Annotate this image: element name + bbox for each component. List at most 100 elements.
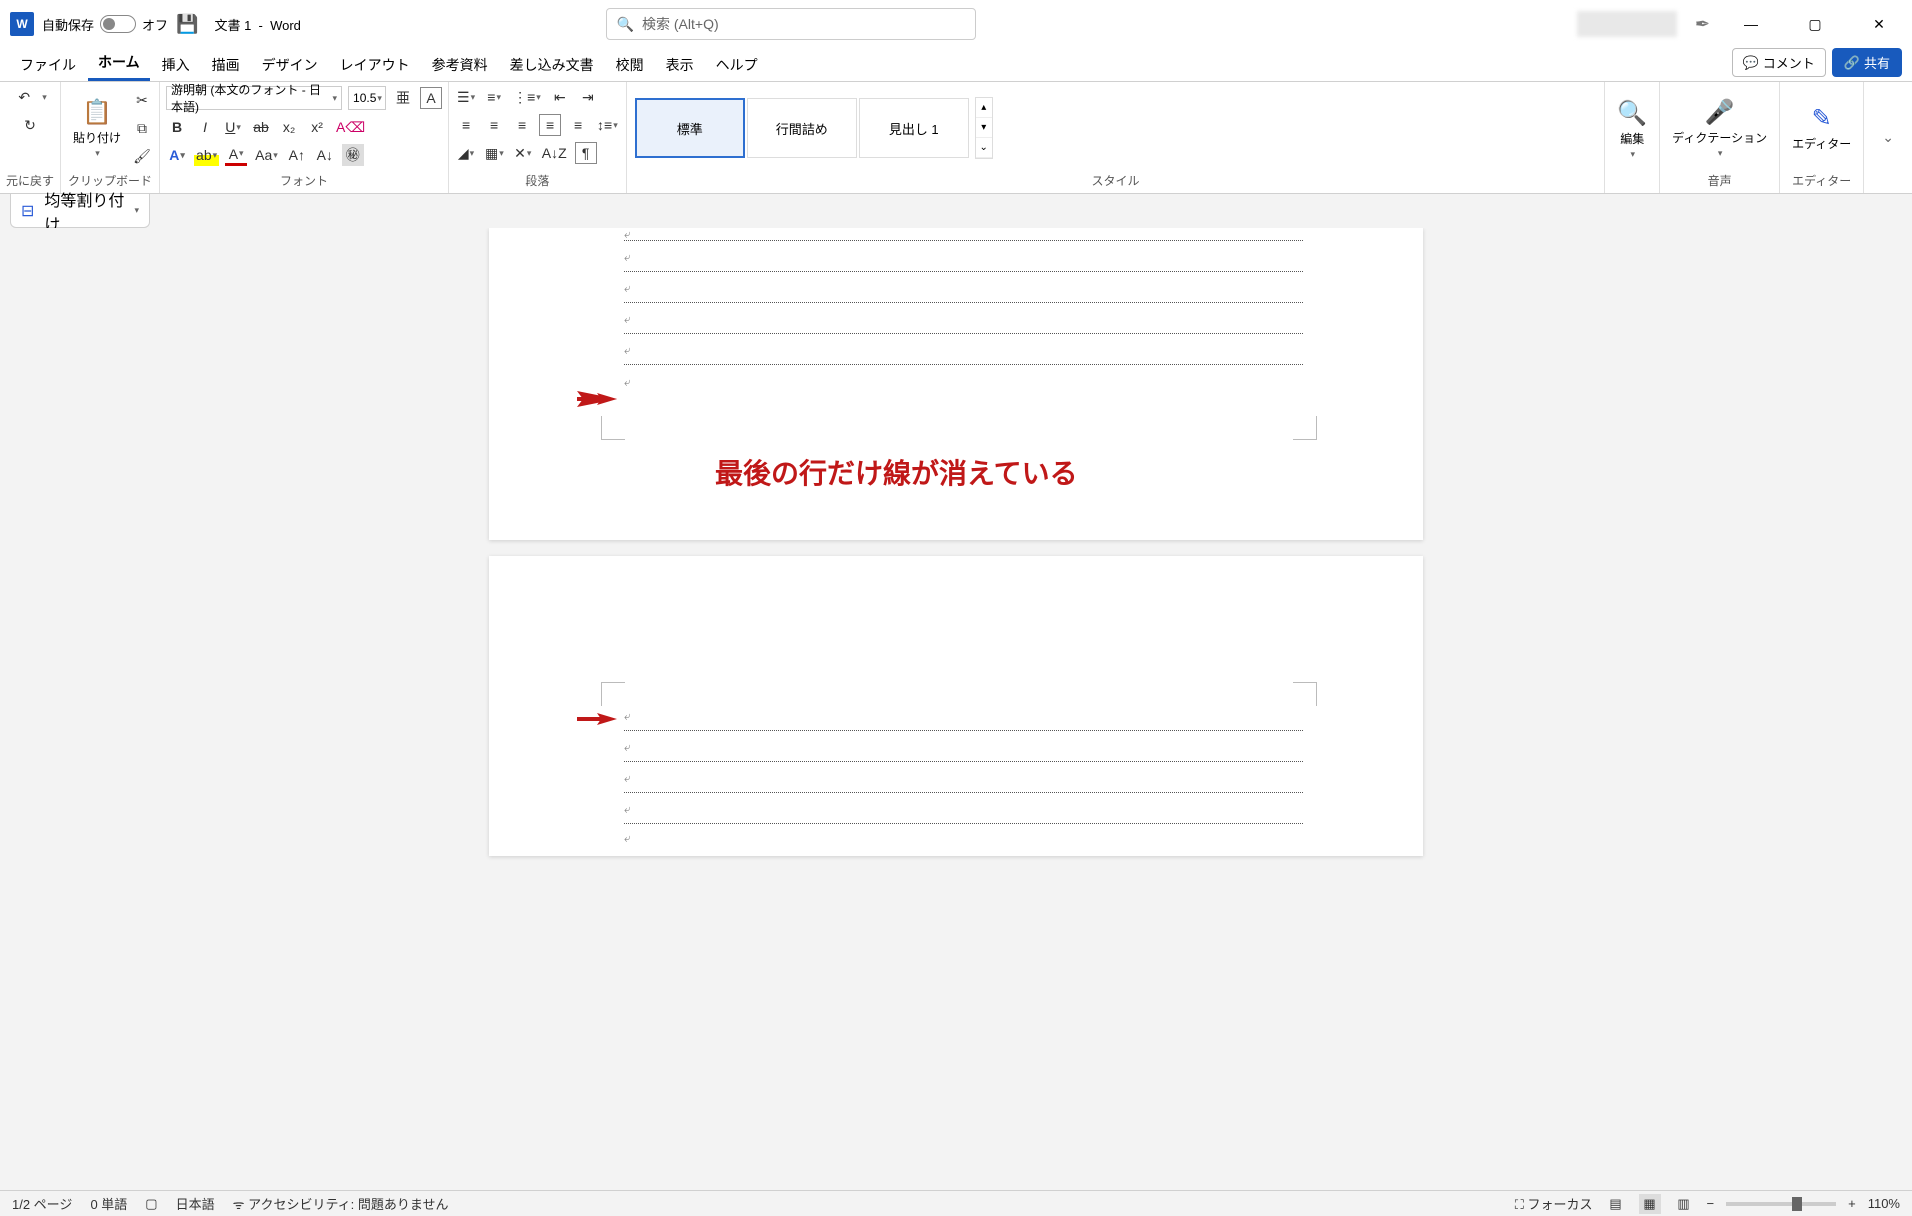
tab-review[interactable]: 校閲 <box>606 49 654 81</box>
tab-insert[interactable]: 挿入 <box>152 49 200 81</box>
cut-button[interactable]: ✂ <box>131 89 153 111</box>
font-size-select[interactable]: 10.5▾ <box>348 86 386 110</box>
pen-icon[interactable]: ✒ <box>1695 14 1710 35</box>
style-normal[interactable]: 標準 <box>635 98 745 158</box>
subscript-button[interactable]: x₂ <box>278 116 300 138</box>
asian-layout-button[interactable]: ✕▾ <box>512 142 534 164</box>
accessibility-indicator[interactable]: ᯤ アクセシビリティ: 問題ありません <box>233 1194 449 1213</box>
tab-mailings[interactable]: 差し込み文書 <box>500 49 604 81</box>
page-2[interactable]: ⤶ ⤶ ⤶ ⤶ ⤶ <box>489 556 1423 856</box>
decrease-indent-button[interactable]: ⇤ <box>549 86 571 108</box>
align-center-button[interactable]: ≡ <box>483 114 505 136</box>
comments-button[interactable]: 💬 コメント <box>1732 48 1826 77</box>
style-nospacing[interactable]: 行間詰め <box>747 98 857 158</box>
read-mode-button[interactable]: ▤ <box>1605 1194 1627 1214</box>
ribbon-collapse-button[interactable]: ⌄ <box>1864 129 1912 146</box>
styles-scroll[interactable]: ▴ ▾ ⌄ <box>975 97 993 159</box>
autosave-toggle[interactable]: 自動保存 オフ <box>42 15 168 34</box>
phonetic-guide-button[interactable]: 亜 <box>392 87 414 109</box>
tab-references[interactable]: 参考資料 <box>422 49 498 81</box>
distributed-button[interactable]: ≡ <box>567 114 589 136</box>
change-case-button[interactable]: Aa▾ <box>253 144 280 166</box>
font-name-select[interactable]: 游明朝 (本文のフォント - 日本語)▾ <box>166 86 342 110</box>
save-icon[interactable]: 💾 <box>176 14 198 35</box>
group-paragraph: ☰▾ ≡▾ ⋮≡▾ ⇤ ⇥ ≡ ≡ ≡ ≡ ≡ ↕≡▾ ◢▾ ▦▾ ✕▾ A↓Z… <box>449 82 627 193</box>
undo-button[interactable]: ↶ <box>13 86 35 108</box>
tab-view[interactable]: 表示 <box>656 49 704 81</box>
scroll-down-icon[interactable]: ▾ <box>976 118 992 138</box>
spellcheck-icon[interactable]: ▢ <box>145 1196 157 1212</box>
style-heading1[interactable]: 見出し 1 <box>859 98 969 158</box>
shading-button[interactable]: ◢▾ <box>455 142 477 164</box>
paste-button[interactable]: 📋 貼り付け ▾ <box>67 94 127 163</box>
tab-help[interactable]: ヘルプ <box>706 49 768 81</box>
tab-draw[interactable]: 描画 <box>202 49 250 81</box>
multilevel-button[interactable]: ⋮≡▾ <box>511 86 543 108</box>
arrow-annotation-icon <box>577 711 617 727</box>
enclose-char-button[interactable]: ㊙ <box>342 144 364 166</box>
styles-more-icon[interactable]: ⌄ <box>976 138 992 158</box>
zoom-slider[interactable] <box>1726 1202 1836 1206</box>
borders-button[interactable]: ▦▾ <box>483 142 506 164</box>
search-input[interactable]: 🔍 検索 (Alt+Q) <box>606 8 976 40</box>
tab-layout[interactable]: レイアウト <box>330 49 420 81</box>
minimize-button[interactable]: ― <box>1728 8 1774 40</box>
chevron-down-icon[interactable]: ▾ <box>95 148 100 159</box>
justify-button[interactable]: ≡ <box>539 114 561 136</box>
document-area[interactable]: ⤶ ⤶ ⤶ ⤶ ⤶ ⤶ 最後の行だけ線が消えている ⤶ ⤶ ⤶ ⤶ ⤶ <box>0 228 1912 1190</box>
zoom-level[interactable]: 110% <box>1868 1196 1900 1211</box>
strikethrough-button[interactable]: ab <box>250 116 272 138</box>
chevron-down-icon[interactable]: ▾ <box>1630 149 1635 160</box>
line-spacing-button[interactable]: ↕≡▾ <box>595 114 620 136</box>
print-layout-button[interactable]: ▦ <box>1639 1194 1661 1214</box>
underline-button[interactable]: U▾ <box>222 116 244 138</box>
word-count[interactable]: 0 単語 <box>90 1194 127 1213</box>
page-indicator[interactable]: 1/2 ページ <box>12 1194 72 1213</box>
web-layout-button[interactable]: ▥ <box>1673 1194 1695 1214</box>
sort-button[interactable]: A↓Z <box>540 142 569 164</box>
increase-indent-button[interactable]: ⇥ <box>577 86 599 108</box>
autosave-label: 自動保存 <box>42 15 94 34</box>
toggle-icon[interactable] <box>100 15 136 33</box>
redo-button[interactable]: ↻ <box>19 114 41 136</box>
font-color-button[interactable]: A▾ <box>225 144 247 166</box>
format-painter-button[interactable]: 🖌 <box>131 145 153 167</box>
superscript-button[interactable]: x² <box>306 116 328 138</box>
text-effects-button[interactable]: A▾ <box>166 144 188 166</box>
highlight-button[interactable]: ab▾ <box>194 144 219 166</box>
char-border-button[interactable]: A <box>420 87 442 109</box>
language-indicator[interactable]: 日本語 <box>176 1194 215 1213</box>
tab-home[interactable]: ホーム <box>88 46 150 81</box>
tab-file[interactable]: ファイル <box>10 49 86 81</box>
copy-button[interactable]: ⧉ <box>131 117 153 139</box>
chevron-down-icon[interactable]: ▾ <box>1718 148 1723 159</box>
chevron-down-icon[interactable]: ▾ <box>134 205 139 216</box>
dictate-button[interactable]: 🎤 ディクテーション ▾ <box>1666 94 1773 163</box>
clear-format-button[interactable]: A⌫ <box>334 116 367 138</box>
group-label-styles: スタイル <box>633 170 1599 191</box>
focus-mode-button[interactable]: ⛶ フォーカス <box>1515 1194 1593 1213</box>
chevron-down-icon[interactable]: ▾ <box>42 92 47 103</box>
tab-design[interactable]: デザイン <box>252 49 328 81</box>
group-label-voice: 音声 <box>1666 170 1773 191</box>
shrink-font-button[interactable]: A↓ <box>314 144 336 166</box>
editor-button[interactable]: ✎ エディター <box>1786 100 1857 156</box>
user-account[interactable] <box>1577 11 1677 37</box>
share-button[interactable]: 🔗 共有 <box>1832 48 1902 77</box>
align-right-button[interactable]: ≡ <box>511 114 533 136</box>
close-button[interactable]: ✕ <box>1856 8 1902 40</box>
ribbon: ↶▾ ↻ 元に戻す 📋 貼り付け ▾ ✂ ⧉ 🖌 クリップボード 游明朝 (本文… <box>0 82 1912 194</box>
bullets-button[interactable]: ☰▾ <box>455 86 477 108</box>
page-1[interactable]: ⤶ ⤶ ⤶ ⤶ ⤶ ⤶ 最後の行だけ線が消えている <box>489 228 1423 540</box>
numbering-button[interactable]: ≡▾ <box>483 86 505 108</box>
align-left-button[interactable]: ≡ <box>455 114 477 136</box>
bold-button[interactable]: B <box>166 116 188 138</box>
grow-font-button[interactable]: A↑ <box>286 144 308 166</box>
zoom-out-button[interactable]: − <box>1707 1196 1715 1211</box>
italic-button[interactable]: I <box>194 116 216 138</box>
scroll-up-icon[interactable]: ▴ <box>976 98 992 118</box>
show-marks-button[interactable]: ¶ <box>575 142 597 164</box>
edit-button[interactable]: 🔍 編集 ▾ <box>1611 95 1653 164</box>
zoom-in-button[interactable]: + <box>1848 1196 1856 1211</box>
maximize-button[interactable]: ▢ <box>1792 8 1838 40</box>
